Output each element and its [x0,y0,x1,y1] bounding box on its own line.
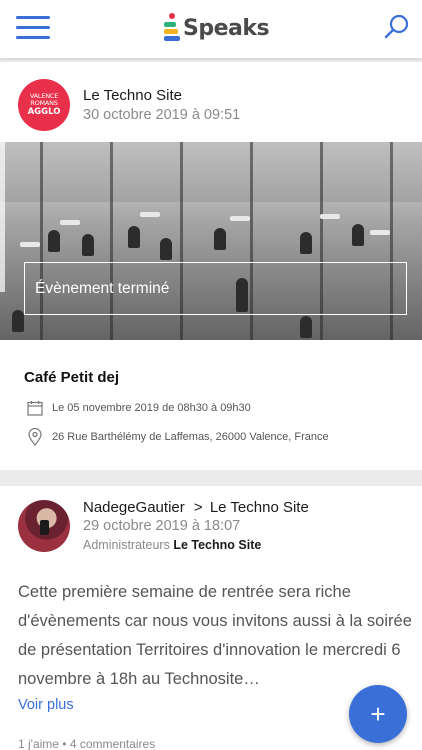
breadcrumb-separator: > [193,499,203,516]
event-address[interactable]: 26 Rue Barthélémy de Laffemas, 26000 Val… [52,431,329,443]
see-more-link[interactable]: Voir plus [18,697,74,713]
event-status-label: Évènement terminé [24,262,407,315]
event-title[interactable]: Café Petit dej [24,369,119,386]
event-date: Le 05 novembre 2019 de 08h30 à 09h30 [52,402,251,414]
app-logo: Speaks [162,10,272,46]
add-post-button[interactable]: + [349,685,407,743]
event-date-row: Le 05 novembre 2019 de 08h30 à 09h30 [27,400,251,416]
post-stats[interactable]: 1 j'aime • 4 commentaires [18,737,155,750]
app-name: Speaks [183,15,270,41]
source-avatar[interactable]: VALENCE ROMANS AGGLO [18,79,70,131]
speaks-logo-mark [162,13,180,43]
search-icon[interactable] [382,12,412,42]
author-avatar[interactable] [18,500,70,552]
author-name[interactable]: NadegeGautier [83,499,185,516]
calendar-icon [27,401,43,416]
group-name[interactable]: Le Techno Site [210,499,309,516]
event-cover-image[interactable]: Évènement terminé [0,142,422,340]
event-address-row: 26 Rue Barthélémy de Laffemas, 26000 Val… [27,428,329,446]
role-group[interactable]: Le Techno Site [173,538,261,552]
post-date: 30 octobre 2019 à 09:51 [83,107,241,123]
post-date: 29 octobre 2019 à 18:07 [83,518,241,534]
post-body-text: Cette première semaine de rentrée sera r… [18,583,412,688]
role-prefix: Administrateurs [83,538,170,552]
author-role: Administrateurs Le Techno Site [83,538,261,552]
hamburger-menu-icon[interactable] [16,14,50,42]
post-source-name[interactable]: Le Techno Site [83,87,182,104]
map-pin-icon [28,428,42,446]
event-post-card[interactable]: VALENCE ROMANS AGGLO Le Techno Site 30 o… [0,62,422,470]
post-author-line: NadegeGautier > Le Techno Site [83,499,309,516]
top-app-bar: Speaks [0,0,422,58]
